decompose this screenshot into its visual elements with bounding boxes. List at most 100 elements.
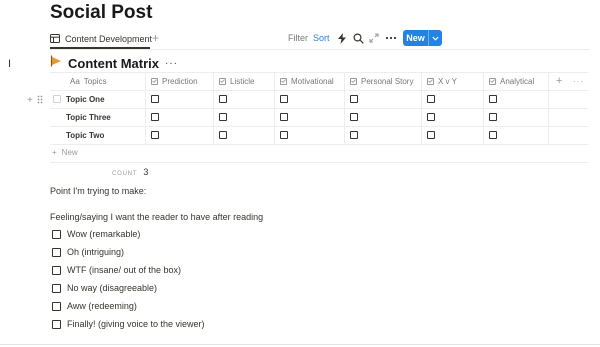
database-emoji-icon (50, 54, 62, 72)
window-bottom-edge (0, 344, 600, 345)
plus-icon: + (52, 148, 57, 157)
analytical-checkbox[interactable] (489, 95, 497, 103)
new-button-label: New (406, 33, 425, 43)
count-value: 3 (143, 167, 149, 177)
prediction-checkbox[interactable] (151, 95, 159, 103)
topic-cell[interactable]: Topic Two (66, 131, 104, 140)
todo-text: WTF (insane/ out of the box) (67, 265, 182, 275)
expand-arrows-icon[interactable] (367, 31, 381, 45)
column-header-label: Topics (83, 76, 107, 86)
topic-cell[interactable]: Topic One (66, 95, 105, 104)
listicle-checkbox[interactable] (219, 131, 227, 139)
feeling-paragraph[interactable]: Feeling/saying I want the reader to have… (50, 212, 263, 222)
tab-content-development[interactable]: Content Development (50, 29, 152, 49)
personal-story-checkbox[interactable] (350, 113, 358, 121)
checkbox-property-icon (489, 77, 496, 85)
listicle-checkbox[interactable] (219, 95, 227, 103)
column-divider (213, 72, 214, 144)
todo-checkbox[interactable] (52, 283, 61, 293)
add-column-button[interactable]: + (556, 72, 562, 90)
column-header-x-v-y[interactable]: X v Y (427, 72, 457, 90)
tabs-divider (50, 49, 590, 50)
table-row-border (50, 126, 588, 127)
column-header-analytical[interactable]: Analytical (489, 72, 534, 90)
count-label: COUNT (112, 171, 138, 177)
motivational-checkbox[interactable] (280, 131, 288, 139)
add-row-plus-icon[interactable]: + (27, 95, 33, 107)
analytical-checkbox[interactable] (489, 131, 497, 139)
todo-item[interactable]: Aww (redeeming) (52, 299, 137, 313)
x-v-y-checkbox[interactable] (427, 131, 435, 139)
column-divider (548, 72, 549, 144)
tab-label: Content Development (65, 34, 153, 44)
table-row-border (50, 144, 588, 145)
add-view-button[interactable]: + (152, 30, 159, 46)
column-options-button[interactable]: ··· (573, 72, 584, 90)
title-property-icon: Aa (70, 76, 80, 86)
checkbox-property-icon (280, 77, 287, 85)
more-options-icon[interactable] (384, 31, 398, 45)
search-icon[interactable] (351, 31, 365, 45)
database-title[interactable]: Content Matrix ··· (50, 54, 178, 72)
todo-checkbox[interactable] (52, 229, 61, 239)
sort-button[interactable]: Sort (313, 33, 330, 44)
column-header-label: Listicle (230, 76, 255, 86)
column-header-listicle[interactable]: Listicle (219, 72, 254, 90)
checkbox-property-icon (219, 77, 226, 85)
automation-lightning-icon[interactable] (335, 31, 349, 45)
column-header-motivational[interactable]: Motivational (280, 72, 334, 90)
personal-story-checkbox[interactable] (350, 95, 358, 103)
point-paragraph[interactable]: Point I'm trying to make: (50, 186, 146, 196)
column-header-label: Motivational (291, 76, 334, 86)
todo-item[interactable]: WTF (insane/ out of the box) (52, 263, 181, 277)
personal-story-checkbox[interactable] (350, 131, 358, 139)
text-cursor-icon: I (8, 58, 12, 70)
prediction-checkbox[interactable] (151, 113, 159, 121)
column-header-topics[interactable]: Aa Topics (70, 72, 106, 90)
prediction-checkbox[interactable] (151, 131, 159, 139)
todo-item[interactable]: Wow (remarkable) (52, 227, 140, 241)
checkbox-property-icon (151, 77, 158, 85)
todo-text: No way (disagreeable) (67, 283, 158, 293)
todo-text: Wow (remarkable) (67, 229, 141, 239)
x-v-y-checkbox[interactable] (427, 95, 435, 103)
chevron-down-icon[interactable] (429, 36, 442, 41)
database-more-button[interactable]: ··· (165, 58, 178, 69)
new-button[interactable]: New (403, 30, 442, 46)
table-view-icon (50, 33, 60, 45)
motivational-checkbox[interactable] (280, 113, 288, 121)
todo-checkbox[interactable] (52, 319, 61, 329)
add-row-label: New (61, 148, 78, 157)
table-header-border (50, 90, 588, 91)
todo-text: Finally! (giving voice to the viewer) (67, 319, 205, 329)
row-select-checkbox[interactable] (53, 95, 61, 103)
column-header-label: X v Y (438, 76, 457, 86)
x-v-y-checkbox[interactable] (427, 113, 435, 121)
checkbox-property-icon (350, 77, 357, 85)
todo-checkbox[interactable] (52, 301, 61, 311)
checkbox-property-icon (427, 77, 434, 85)
column-header-personal-story[interactable]: Personal Story (350, 72, 413, 90)
topic-cell[interactable]: Topic Three (66, 113, 111, 122)
column-divider (274, 72, 275, 144)
listicle-checkbox[interactable] (219, 113, 227, 121)
todo-item[interactable]: Finally! (giving voice to the viewer) (52, 317, 205, 331)
table-row-border (50, 108, 588, 109)
todo-item[interactable]: No way (disagreeable) (52, 281, 157, 295)
drag-handle-icon[interactable] (37, 95, 43, 107)
motivational-checkbox[interactable] (280, 95, 288, 103)
column-divider (483, 72, 484, 144)
filter-button[interactable]: Filter (288, 33, 308, 44)
row-count[interactable]: COUNT 3 (112, 167, 148, 177)
todo-checkbox[interactable] (52, 265, 61, 275)
column-header-prediction[interactable]: Prediction (151, 72, 198, 90)
page-title[interactable]: Social Post (50, 2, 152, 24)
add-row-button[interactable]: + New (52, 148, 78, 157)
todo-checkbox[interactable] (52, 247, 61, 257)
table-bottom-border (50, 162, 588, 163)
column-header-label: Prediction (162, 76, 198, 86)
column-header-label: Personal Story (361, 76, 414, 86)
analytical-checkbox[interactable] (489, 113, 497, 121)
row-hover-controls[interactable]: + (27, 95, 43, 107)
todo-item[interactable]: Oh (intriguing) (52, 245, 124, 259)
